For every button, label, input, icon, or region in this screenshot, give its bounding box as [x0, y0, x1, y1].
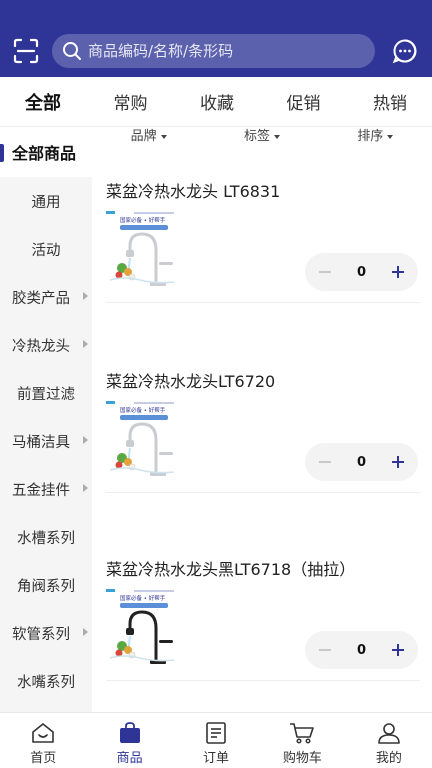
quantity-stepper: 0: [305, 443, 418, 481]
quantity-value[interactable]: 0: [357, 455, 366, 470]
caret-down-icon: [274, 134, 280, 139]
category-tabs: 全部 常购 收藏 促销 热销: [0, 77, 432, 127]
sidebar-item-label: 角阀系列: [17, 578, 75, 595]
sidebar-item-label: 软管系列: [12, 626, 70, 643]
product-image[interactable]: 国家必备 • 好帮手: [104, 588, 186, 668]
caret-down-icon: [387, 134, 394, 139]
tab-promotion[interactable]: 促销: [287, 89, 321, 114]
nav-cart[interactable]: 购物车: [259, 713, 345, 768]
nav-label: 订单: [203, 751, 230, 766]
quantity-value[interactable]: 0: [357, 643, 366, 658]
sidebar-item-label: 水嘴系列: [17, 674, 75, 691]
sidebar-item[interactable]: 软管系列: [0, 609, 92, 657]
sidebar-item[interactable]: 通用: [0, 177, 92, 225]
scan-icon[interactable]: [12, 37, 40, 65]
bag-icon: [119, 722, 140, 743]
sidebar-item-label: 活动: [31, 242, 61, 259]
cart-icon: [290, 723, 315, 744]
sidebar-item-label: 马桶洁具: [12, 434, 70, 451]
caret-down-icon: [160, 134, 167, 139]
product-card[interactable]: 菜盆冷热水龙头黑LT6718（抽拉） 国家必备 • 好帮手 0: [92, 556, 432, 696]
active-indicator: [0, 144, 4, 162]
sidebar-item[interactable]: 胶类产品: [0, 273, 92, 321]
filter-bar: 品牌 标签 排序: [92, 127, 432, 149]
faucet-icon: [109, 232, 175, 286]
sidebar-item-label: 全部商品: [12, 144, 77, 163]
chevron-right-icon: [83, 628, 88, 636]
decrease-button[interactable]: [315, 640, 335, 660]
user-icon: [378, 723, 400, 744]
category-sidebar: 全部商品 通用活动胶类产品冷热龙头前置过滤马桶洁具五金挂件水槽系列角阀系列软管系…: [0, 127, 92, 712]
nav-label: 首页: [30, 751, 57, 766]
bottom-nav: 首页 商品 订单 购物车 我的: [0, 712, 432, 768]
sidebar-item[interactable]: 五金挂件: [0, 465, 92, 513]
product-image[interactable]: 国家必备 • 好帮手: [104, 400, 186, 480]
divider: [106, 302, 420, 303]
product-image[interactable]: 国家必备 • 好帮手: [104, 210, 186, 290]
sidebar-list: 通用活动胶类产品冷热龙头前置过滤马桶洁具五金挂件水槽系列角阀系列软管系列水嘴系列: [0, 177, 92, 705]
sidebar-item[interactable]: 水嘴系列: [0, 657, 92, 705]
sidebar-item-label: 前置过滤: [17, 386, 75, 403]
order-icon: [206, 722, 226, 744]
chevron-right-icon: [83, 340, 88, 348]
sidebar-item[interactable]: 前置过滤: [0, 369, 92, 417]
quantity-value[interactable]: 0: [357, 265, 366, 280]
filter-sort[interactable]: 排序: [319, 127, 432, 149]
increase-button[interactable]: [388, 452, 408, 472]
product-card[interactable]: 菜盆冷热水龙头LT6720 国家必备 • 好帮手 0: [92, 368, 432, 508]
decrease-button[interactable]: [315, 452, 335, 472]
tab-frequent[interactable]: 常购: [114, 89, 148, 114]
top-header: [0, 0, 432, 77]
search-input[interactable]: [88, 42, 338, 60]
tab-all[interactable]: 全部: [25, 89, 61, 115]
search-bar[interactable]: [52, 34, 375, 68]
tab-favorites[interactable]: 收藏: [200, 89, 234, 114]
product-name[interactable]: 菜盆冷热水龙头黑LT6718（抽拉）: [106, 556, 355, 580]
nav-orders[interactable]: 订单: [173, 713, 259, 768]
search-icon: [63, 42, 81, 60]
divider: [106, 492, 420, 493]
filter-brand[interactable]: 品牌: [92, 127, 205, 149]
quantity-stepper: 0: [305, 631, 418, 669]
product-name[interactable]: 菜盆冷热水龙头LT6720: [106, 368, 275, 392]
decrease-button[interactable]: [315, 262, 335, 282]
product-card[interactable]: 菜盆冷热水龙头 LT6831 国家必备 • 好帮手 0: [92, 178, 432, 318]
sidebar-item-label: 水槽系列: [17, 530, 75, 547]
sidebar-item[interactable]: 马桶洁具: [0, 417, 92, 465]
nav-label: 我的: [375, 751, 402, 766]
message-icon[interactable]: [392, 38, 418, 64]
sidebar-item[interactable]: 活动: [0, 225, 92, 273]
home-icon: [32, 723, 55, 743]
faucet-icon: [109, 422, 175, 476]
nav-home[interactable]: 首页: [0, 713, 86, 768]
chevron-right-icon: [83, 292, 88, 300]
divider: [106, 680, 420, 681]
nav-label: 商品: [116, 751, 143, 766]
sidebar-item[interactable]: 冷热龙头: [0, 321, 92, 369]
filter-tag[interactable]: 标签: [205, 127, 318, 149]
nav-products[interactable]: 商品: [86, 713, 172, 768]
increase-button[interactable]: [388, 262, 408, 282]
nav-label: 购物车: [282, 751, 322, 766]
sidebar-item-all[interactable]: 全部商品: [0, 127, 92, 177]
sidebar-item[interactable]: 水槽系列: [0, 513, 92, 561]
quantity-stepper: 0: [305, 253, 418, 291]
sidebar-item[interactable]: 角阀系列: [0, 561, 92, 609]
tab-hot[interactable]: 热销: [373, 89, 407, 114]
nav-mine[interactable]: 我的: [346, 713, 432, 768]
sidebar-item-label: 冷热龙头: [12, 338, 70, 355]
sidebar-item-label: 胶类产品: [12, 290, 70, 307]
increase-button[interactable]: [388, 640, 408, 660]
sidebar-item-label: 通用: [31, 194, 61, 211]
chevron-right-icon: [83, 484, 88, 492]
faucet-icon: [109, 610, 175, 664]
chevron-right-icon: [83, 436, 88, 444]
product-name[interactable]: 菜盆冷热水龙头 LT6831: [106, 178, 280, 202]
sidebar-item-label: 五金挂件: [12, 482, 70, 499]
